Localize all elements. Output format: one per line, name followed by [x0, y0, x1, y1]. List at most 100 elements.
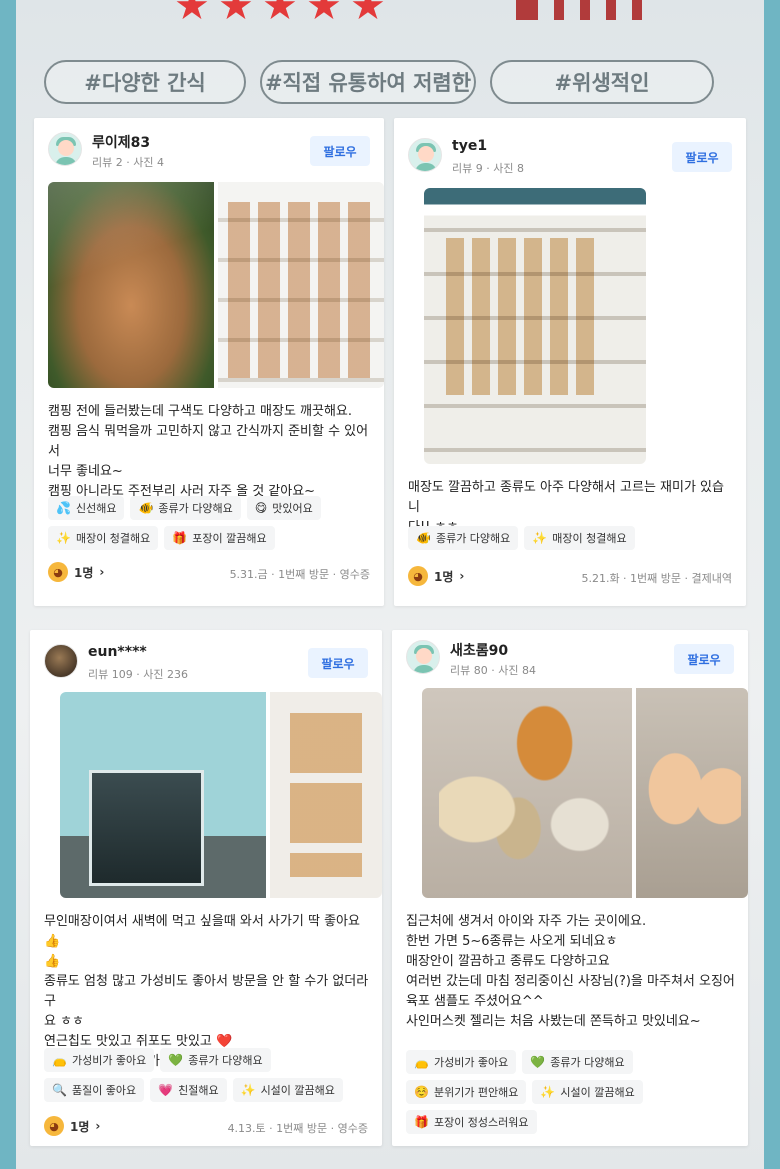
keyword-chip: ☺️ 분위기가 편안해요 [406, 1080, 527, 1104]
fish-icon: 🐠 [138, 501, 154, 515]
magnifier-icon: 🔍 [52, 1083, 67, 1097]
sparkle-icon: ✨ [240, 1083, 256, 1097]
review-photo[interactable] [636, 688, 748, 898]
follow-button[interactable]: 팔로우 [672, 142, 732, 172]
review-photos[interactable] [48, 182, 384, 388]
review-photos[interactable] [424, 188, 646, 464]
reaction-face-icon: ◕ [408, 566, 428, 586]
review-page: ★ ★ ★ ★ ★ #다양한 간식 #직접 유통하여 저렴한 #위생적인 루이제… [16, 0, 764, 1169]
heart-icon: 💚 [168, 1053, 184, 1067]
reviewer-name[interactable]: 루이제83 [92, 132, 150, 152]
sparkle-icon: ✨ [532, 531, 548, 545]
follow-button[interactable]: 팔로우 [308, 648, 368, 678]
review-photos[interactable] [422, 688, 748, 898]
visit-info: 5.21.화 · 1번째 방문 · 결제내역 [581, 572, 732, 585]
reviewer-meta: 리뷰 2 · 사진 4 [92, 156, 164, 169]
review-photo[interactable] [270, 692, 382, 898]
keyword-chip: 😋 맛있어요 [246, 496, 321, 520]
review-header: 루이제83 리뷰 2 · 사진 4 팔로우 [48, 130, 370, 174]
keyword-chip: ✨ 시설이 깔끔해요 [232, 1078, 343, 1102]
keyword-chip: 💚 종류가 다양해요 [522, 1050, 633, 1074]
avatar[interactable] [408, 138, 442, 172]
review-keywords: 🐠 종류가 다양해요 ✨ 매장이 청결해요 [408, 526, 736, 550]
review-keywords: 👝 가성비가 좋아요 💚 종류가 다양해요 🔍 품질이 좋아요 💗 친절해요 ✨ 시설이 … [44, 1048, 372, 1102]
heart-icon: 💗 [158, 1083, 174, 1097]
reviewer-name[interactable]: tye1 [452, 138, 487, 154]
wallet-icon: 👝 [414, 1055, 429, 1069]
gift-icon: 🎁 [414, 1115, 429, 1129]
review-photos[interactable] [60, 692, 382, 898]
reaction-button[interactable]: ◕ 1명 › [44, 1116, 100, 1136]
review-card: eun**** 리뷰 109 · 사진 236 팔로우 무인매장이여서 새벽에 … [30, 630, 382, 1146]
avatar[interactable] [406, 640, 440, 674]
review-card: 루이제83 리뷰 2 · 사진 4 팔로우 캠핑 전에 들러봤는데 구색도 다양… [34, 118, 384, 606]
gift-icon: 🎁 [172, 531, 188, 545]
review-photo[interactable] [422, 688, 632, 898]
review-photo[interactable] [424, 188, 646, 464]
review-header: tye1 리뷰 9 · 사진 8 팔로우 [408, 136, 732, 180]
review-keywords: 👝 가성비가 좋아요 💚 종류가 다양해요 ☺️ 분위기가 편안해요 ✨ 시설이 깔끔해… [406, 1050, 738, 1134]
wallet-icon: 👝 [52, 1053, 67, 1067]
follow-button[interactable]: 팔로우 [674, 644, 734, 674]
sparkle-icon: ✨ [540, 1085, 556, 1099]
keyword-chip: ✨ 시설이 깔끔해요 [532, 1080, 643, 1104]
keyword-chip: 🐠 종류가 다양해요 [408, 526, 519, 550]
reviewer-meta: 리뷰 109 · 사진 236 [88, 668, 188, 681]
star-icon: ★ [174, 0, 210, 29]
keyword-chip: 🎁 포장이 깔끔해요 [164, 526, 275, 550]
keyword-chip: ✨ 매장이 청결해요 [48, 526, 159, 550]
banner: ★ ★ ★ ★ ★ #다양한 간식 #직접 유통하여 저렴한 #위생적인 [16, 0, 764, 110]
review-text: 집근처에 생겨서 아이와 자주 가는 곳이에요. 한번 가면 5~6종류는 사오… [406, 914, 735, 1029]
review-footer: ◕ 1명 › 4.13.토 · 1번째 방문 · 영수증 [44, 1116, 368, 1142]
review-photo[interactable] [48, 182, 214, 388]
droplet-icon: 💦 [56, 501, 71, 515]
yum-face-icon: 😋 [254, 501, 268, 515]
keyword-tag: #직접 유통하여 저렴한 [260, 60, 476, 104]
follow-button[interactable]: 팔로우 [310, 136, 370, 166]
reviewer-meta: 리뷰 9 · 사진 8 [452, 162, 524, 175]
keyword-chip: 💚 종류가 다양해요 [160, 1048, 271, 1072]
reviewer-name[interactable]: eun**** [88, 644, 147, 660]
review-card: tye1 리뷰 9 · 사진 8 팔로우 매장도 깔끔하고 종류도 아주 다양해… [394, 118, 746, 606]
reviewer-name[interactable]: 새초롬90 [450, 640, 508, 660]
keyword-chip: 👝 가성비가 좋아요 [44, 1048, 155, 1072]
review-footer: ◕ 1명 › 5.21.화 · 1번째 방문 · 결제내역 [408, 566, 732, 592]
smile-icon: ☺️ [414, 1085, 429, 1099]
keyword-chip: 🎁 포장이 정성스러워요 [406, 1110, 537, 1134]
sparkle-icon: ✨ [56, 531, 71, 545]
star-icon: ★ [262, 0, 298, 29]
keyword-chip: 💦 신선해요 [48, 496, 125, 520]
star-icon: ★ [350, 0, 386, 29]
fish-icon: 🐠 [416, 531, 431, 545]
visit-info: 4.13.토 · 1번째 방문 · 영수증 [227, 1122, 368, 1135]
review-photo[interactable] [218, 182, 384, 388]
keyword-tag: #다양한 간식 [44, 60, 246, 104]
keyword-chip: 🐠 종류가 다양해요 [130, 496, 241, 520]
review-keywords: 💦 신선해요 🐠 종류가 다양해요 😋 맛있어요 ✨ 매장이 청결해요 🎁 포장이 깔끔해… [48, 496, 374, 550]
avatar[interactable] [48, 132, 82, 166]
keyword-chip: 🔍 품질이 좋아요 [44, 1078, 145, 1102]
reaction-button[interactable]: ◕ 1명 › [408, 566, 464, 586]
keyword-chip: 👝 가성비가 좋아요 [406, 1050, 517, 1074]
star-icon: ★ [306, 0, 342, 29]
reaction-button[interactable]: ◕ 1명 › [48, 562, 104, 582]
review-footer: ◕ 1명 › 5.31.금 · 1번째 방문 · 영수증 [48, 562, 370, 588]
star-icon: ★ [218, 0, 254, 29]
visit-info: 5.31.금 · 1번째 방문 · 영수증 [229, 568, 370, 581]
heart-icon: 💚 [530, 1055, 546, 1069]
reviewer-meta: 리뷰 80 · 사진 84 [450, 664, 536, 677]
review-header: eun**** 리뷰 109 · 사진 236 팔로우 [44, 642, 368, 686]
keyword-tag: #위생적인 [490, 60, 714, 104]
decorative-bars [516, 0, 642, 20]
review-card: 새초롬90 리뷰 80 · 사진 84 팔로우 집근처에 생겨서 아이와 자주 … [392, 630, 748, 1146]
keyword-chip: ✨ 매장이 청결해요 [524, 526, 635, 550]
avatar[interactable] [44, 644, 78, 678]
review-text: 캠핑 전에 들러봤는데 구색도 다양하고 매장도 깨끗해요. 캠핑 음식 뭐먹을… [48, 404, 369, 499]
review-photo[interactable] [60, 692, 266, 898]
keyword-chip: 💗 친절해요 [150, 1078, 227, 1102]
reaction-face-icon: ◕ [48, 562, 68, 582]
reaction-face-icon: ◕ [44, 1116, 64, 1136]
review-header: 새초롬90 리뷰 80 · 사진 84 팔로우 [406, 638, 734, 682]
rating-stars: ★ ★ ★ ★ ★ [174, 0, 390, 29]
keyword-tags: #다양한 간식 #직접 유통하여 저렴한 #위생적인 [44, 60, 714, 104]
